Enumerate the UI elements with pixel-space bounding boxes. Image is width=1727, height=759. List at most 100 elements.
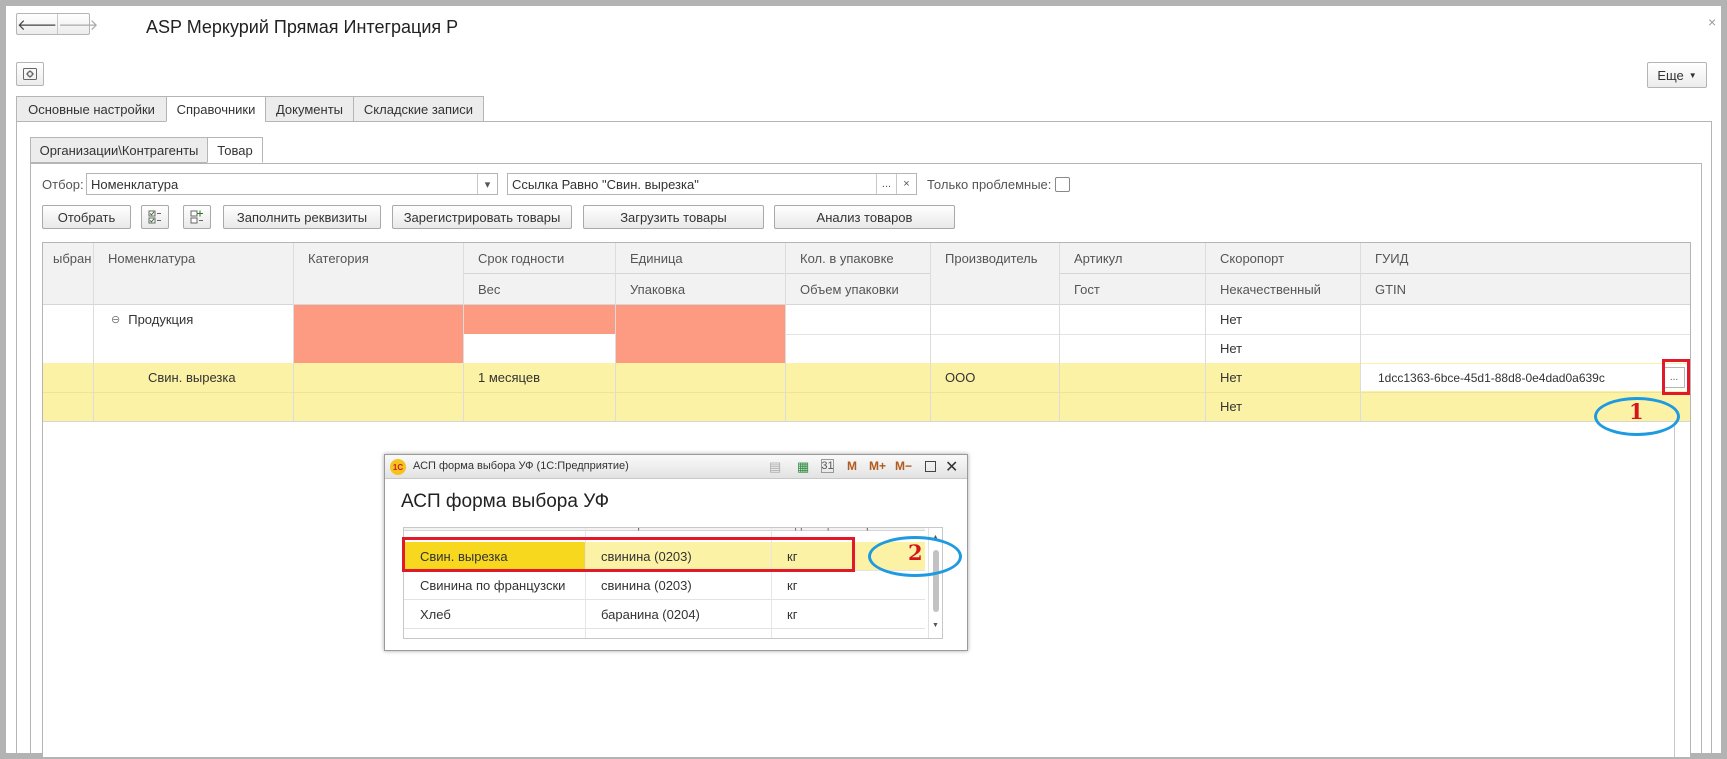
tab-warehouse-records[interactable]: Складские записи [353,96,484,122]
item-name: Свин. вырезка [148,370,236,385]
filter-field-select[interactable]: Номенклатура ▾ [86,173,498,195]
scroll-track [1674,421,1675,757]
problem-only-checkbox[interactable] [1055,177,1070,192]
uncheck-all-icon [190,210,203,224]
app-logo-icon: 1С [390,459,406,475]
col-line [930,243,931,421]
group-row-toggle[interactable]: ⊖ Продукция [111,305,193,334]
check-all-button[interactable] [141,205,169,229]
tab-documents[interactable]: Документы [265,96,354,122]
filter-label: Отбор: [42,177,84,192]
col-article[interactable]: Артикул [1059,243,1205,273]
col-qty-per-package[interactable]: Кол. в упаковке [785,243,930,273]
col-poor-quality[interactable]: Некачественный [1205,274,1360,304]
item-name: Свинина по французски [420,577,566,593]
chevron-down-icon: ▼ [1688,70,1697,80]
col-gtin[interactable]: GTIN [1360,274,1690,304]
panel-left-border [16,121,17,759]
col-line [463,243,464,421]
col-line [93,243,94,421]
col-nomenclature[interactable]: Номенклатура [93,243,293,273]
tab-organizations[interactable]: Организации\Контрагенты [30,137,208,163]
col-weight[interactable]: Вес [463,274,615,304]
panel-right-border [1711,121,1712,759]
memory-minus-button[interactable]: M− [895,459,912,473]
window-title: ASP Меркурий Прямая Интеграция Р [146,17,459,37]
item-name: Хлеб [420,606,451,622]
dialog-titlebar: 1С АСП форма выбора УФ (1С:Предприятие) … [385,455,967,479]
row-divider [43,392,1690,393]
settings-button[interactable] [16,62,44,86]
calendar-icon[interactable]: 31 [821,459,834,473]
filter-field-value: Номенклатура [91,176,179,192]
empty-weight-cell [463,334,615,363]
calculator-icon[interactable]: ▦ [797,459,809,475]
annotation-number-2: 2 [908,540,923,565]
close-icon[interactable]: × [1708,14,1716,30]
maximize-icon[interactable] [925,461,936,472]
tab-directories[interactable]: Справочники [166,96,266,122]
col-line [1059,243,1060,421]
col-gost[interactable]: Гост [1059,274,1205,304]
row-divider [785,334,1690,335]
tab-goods[interactable]: Товар [207,137,263,163]
item-guid: 1dcc1363-6bce-45d1-88d8-0e4dad0a639c [1378,370,1605,385]
list-item[interactable]: Хлеб баранина (0204) кг [404,600,925,629]
dialog-header: АСП форма выбора УФ [401,491,610,512]
fill-details-button[interactable]: Заполнить реквизиты [223,205,381,229]
problem-only-label: Только проблемные: [927,177,1052,192]
register-goods-button[interactable]: Зарегистрировать товары [392,205,572,229]
col-line [1360,243,1361,421]
gear-icon [23,68,37,80]
ellipsis-button[interactable]: ... [876,174,896,194]
select-button[interactable]: Отобрать [42,205,131,229]
annotation-box-1 [1662,359,1690,395]
col-package[interactable]: Упаковка [615,274,785,304]
col-line [785,243,786,421]
list-item[interactable]: Свинина по французски свинина (0203) кг [404,571,925,600]
item-producer: ООО [945,370,976,385]
navigation-buttons: 🡐 🡒 [16,13,98,35]
annotation-box-2 [402,537,855,572]
col-shelf-life[interactable]: Срок годности [463,243,615,273]
scroll-down-icon[interactable]: ▼ [932,622,939,629]
subpanel-left-border [30,163,31,759]
item-shelf-life: 1 месяцев [478,370,540,385]
memory-plus-button[interactable]: M+ [869,459,886,473]
item-poor-quality: Нет [1220,399,1243,414]
close-icon[interactable]: ✕ [945,457,958,477]
uncheck-all-button[interactable] [183,205,211,229]
tab-main-settings[interactable]: Основные настройки [16,96,167,122]
item-perishable: Нет [1220,370,1243,385]
dialog-bar-title: АСП форма выбора УФ (1С:Предприятие) [413,460,629,472]
col-category[interactable]: Категория [293,243,463,273]
filter-condition-value: Ссылка Равно "Свин. вырезка" [512,176,699,192]
forward-icon[interactable]: 🡒 [57,14,98,34]
more-button[interactable]: Еще ▼ [1647,62,1707,88]
col-line [293,243,294,421]
col-package-volume[interactable]: Объем упаковки [785,274,930,304]
collapse-icon[interactable]: ⊖ [111,313,120,326]
col-guid[interactable]: ГУИД [1360,243,1690,273]
col-selected[interactable]: ыбран [43,243,91,273]
back-icon[interactable]: 🡐 [17,14,57,34]
print-icon[interactable]: ▤ [769,459,781,475]
col-perishable[interactable]: Скоропорт [1205,243,1360,273]
col-line [1205,243,1206,421]
subpanel-right-border [1701,163,1702,759]
chevron-down-icon[interactable]: ▾ [477,174,497,194]
analyze-goods-button[interactable]: Анализ товаров [774,205,955,229]
check-all-icon [148,210,161,224]
header-divider [463,273,931,274]
col-line [615,243,616,421]
filter-condition-input[interactable]: Ссылка Равно "Свин. вырезка" ... × [507,173,917,195]
col-producer[interactable]: Производитель [930,243,1059,273]
header-divider [1059,273,1690,274]
memory-m-button[interactable]: M [847,459,857,473]
group-poor-quality: Нет [1220,341,1243,356]
clear-icon[interactable]: × [896,174,916,194]
load-goods-button[interactable]: Загрузить товары [583,205,764,229]
col-unit[interactable]: Единица [615,243,785,273]
item-category: баранина (0204) [601,606,700,622]
item-unit: кг [787,606,798,622]
